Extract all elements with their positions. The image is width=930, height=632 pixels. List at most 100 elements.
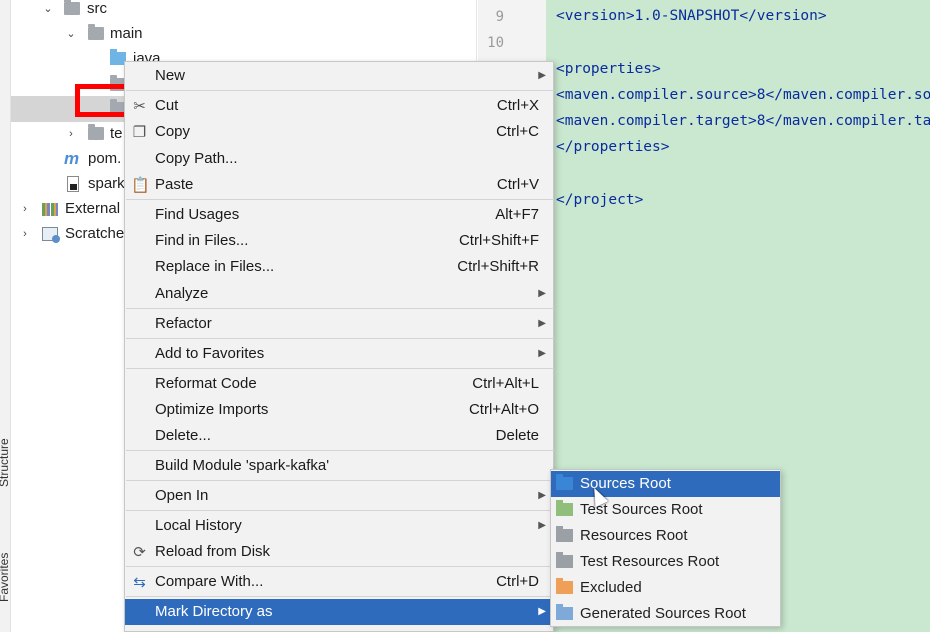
menu-item-label: Local History [155,517,242,534]
menu-item-open-in[interactable]: Open In ▶ [125,483,553,509]
menu-item-shortcut: Delete [495,427,539,444]
menu-item-label: Optimize Imports [155,401,269,418]
menu-item-add-to-favorites[interactable]: Add to Favorites ▶ [125,341,553,367]
menu-item-label: Copy [155,123,191,140]
menu-item-shortcut: Ctrl+V [496,176,539,193]
menu-item-find-in-files[interactable]: Find in Files... Ctrl+Shift+F [125,228,553,254]
chevron-right-icon[interactable]: › [64,121,78,147]
chevron-down-icon[interactable]: ⌄ [41,0,55,22]
code-line: </properties> [556,139,670,155]
library-icon [42,203,58,216]
menu-separator [126,90,554,91]
menu-separator [126,338,554,339]
tree-row-label: src [87,0,107,17]
menu-item-label: Refactor [155,315,212,332]
menu-item-refactor[interactable]: Refactor ▶ [125,311,553,337]
submenu-item-sources-root[interactable]: Sources Root [551,471,780,497]
menu-item-label: Reformat Code [155,375,257,392]
submenu-arrow-icon: ▶ [538,348,546,359]
menu-item-reformat-code[interactable]: Reformat Code Ctrl+Alt+L [125,371,553,397]
menu-item-reload-from-disk[interactable]: ⟳ Reload from Disk [125,539,553,565]
submenu-item-label: Excluded [580,579,642,596]
menu-item-analyze[interactable]: Analyze ▶ [125,281,553,307]
generated-sources-folder-icon [556,604,573,620]
submenu-arrow-icon: ▶ [538,288,546,299]
resources-folder-icon [556,526,573,542]
menu-item-copy-path[interactable]: Copy Path... [125,146,553,172]
menu-item-cut[interactable]: ✂ Cut Ctrl+X [125,93,553,119]
menu-item-local-history[interactable]: Local History ▶ [125,513,553,539]
menu-item-label: Add to Favorites [155,345,265,362]
context-menu: New ▶ ✂ Cut Ctrl+X ❐ Copy Ctrl+C Copy Pa… [124,61,554,632]
menu-separator [126,368,554,369]
menu-item-label: Paste [155,176,194,193]
menu-item-label: Replace in Files... [155,258,275,275]
submenu-item-resources-root[interactable]: Resources Root [551,523,780,549]
structure-tab[interactable]: Structure [0,438,11,487]
file-icon [67,176,79,192]
menu-item-shortcut: Ctrl+Shift+R [457,258,539,275]
menu-separator [126,566,554,567]
tree-row-main[interactable]: ⌄ main [11,21,477,47]
chevron-right-icon[interactable]: › [18,221,32,247]
menu-item-label: Cut [155,97,179,114]
menu-separator [126,480,554,481]
tree-row-src[interactable]: ⌄ src [11,0,477,22]
menu-item-shortcut: Ctrl+Alt+O [468,401,539,418]
menu-separator [126,596,554,597]
menu-item-label: Find in Files... [155,232,249,249]
chevron-right-icon[interactable]: › [18,196,32,222]
code-line: <version>1.0-SNAPSHOT</version> [556,8,827,24]
excluded-folder-icon [556,578,573,594]
copy-icon: ❐ [132,124,147,141]
sources-root-folder-icon [556,474,573,490]
test-resources-folder-icon [556,552,573,568]
menu-item-label: Build Module 'spark-kafka' [155,457,330,474]
menu-item-label: Analyze [155,285,209,302]
line-number: 9 [495,9,504,25]
submenu-item-test-sources-root[interactable]: Test Sources Root [551,497,780,523]
favorites-tab[interactable]: Favorites [0,553,11,602]
menu-item-paste[interactable]: 📋 Paste Ctrl+V [125,172,553,198]
tool-window-strip: Structure Favorites [0,0,11,632]
scissors-icon: ✂ [133,98,146,115]
submenu-item-generated-sources-root[interactable]: Generated Sources Root [551,601,780,627]
compare-icon: ⇆ [133,574,146,591]
menu-item-delete[interactable]: Delete... Delete [125,423,553,449]
menu-separator [126,510,554,511]
menu-item-mark-directory-as[interactable]: Mark Directory as ▶ [125,599,553,625]
menu-item-new[interactable]: New ▶ [125,63,553,89]
folder-icon [88,24,104,40]
submenu-arrow-icon: ▶ [538,318,546,329]
submenu-item-test-resources-root[interactable]: Test Resources Root [551,549,780,575]
submenu-item-label: Resources Root [580,527,688,544]
menu-item-label: Reload from Disk [155,543,271,560]
menu-item-label: Find Usages [155,206,240,223]
menu-item-find-usages[interactable]: Find Usages Alt+F7 [125,202,553,228]
maven-icon: m [64,149,80,168]
submenu-item-excluded[interactable]: Excluded [551,575,780,601]
tree-row-label: External [65,200,121,217]
menu-item-label: Delete... [155,427,211,444]
code-line: <properties> [556,61,661,77]
menu-item-shortcut: Ctrl+C [496,123,539,140]
menu-item-copy[interactable]: ❐ Copy Ctrl+C [125,119,553,145]
chevron-down-icon[interactable]: ⌄ [64,21,78,47]
menu-item-shortcut: Ctrl+X [496,97,539,114]
code-line: <maven.compiler.source>8</maven.compiler… [556,87,930,103]
submenu-arrow-icon: ▶ [538,70,546,81]
menu-item-label: Compare With... [155,573,264,590]
menu-item-compare-with[interactable]: ⇆ Compare With... Ctrl+D [125,569,553,595]
submenu-item-label: Test Resources Root [580,553,720,570]
menu-item-label: Mark Directory as [155,603,273,620]
menu-separator [126,199,554,200]
tree-row-label: main [110,25,143,42]
menu-item-replace-in-files[interactable]: Replace in Files... Ctrl+Shift+R [125,254,553,280]
submenu-item-label: Generated Sources Root [580,605,746,622]
code-line: </project> [556,192,644,208]
line-number: 10 [487,35,504,51]
submenu-arrow-icon: ▶ [538,520,546,531]
menu-item-build-module[interactable]: Build Module 'spark-kafka' [125,453,553,479]
menu-item-optimize-imports[interactable]: Optimize Imports Ctrl+Alt+O [125,397,553,423]
reload-icon: ⟳ [133,544,146,561]
